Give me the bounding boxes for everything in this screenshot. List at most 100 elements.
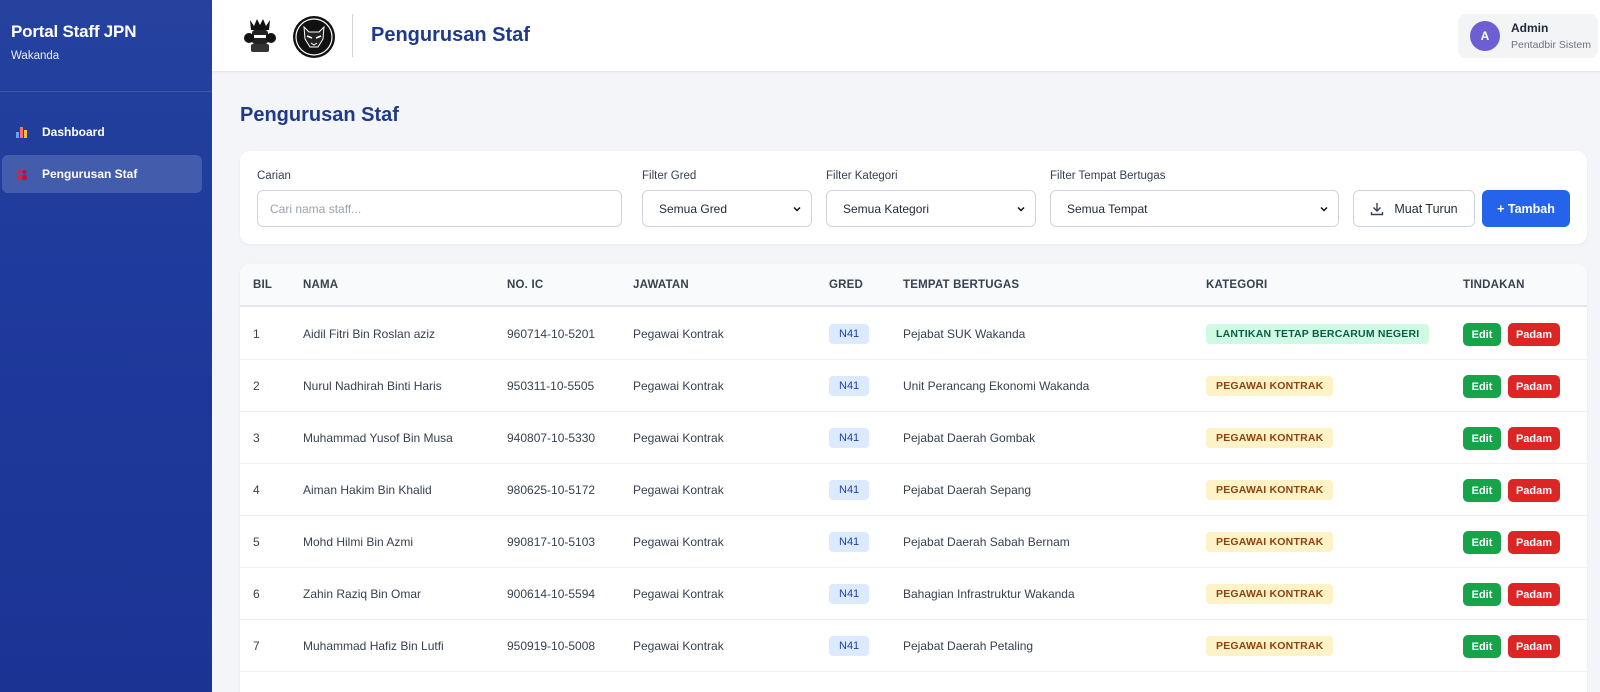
delete-button[interactable]: Padam [1508,635,1560,658]
edit-button[interactable]: Edit [1463,531,1501,554]
tempat-filter-select[interactable]: Semua Tempat [1050,190,1339,227]
cell-tempat: Unit Perancang Ekonomi Wakanda [903,379,1090,393]
cell-bil: 3 [253,431,260,445]
download-label: Muat Turun [1394,201,1458,216]
filter-panel: Carian Cari nama staff... Filter Gred Se… [240,151,1587,244]
col-bil: BIL [253,279,273,291]
sidebar-item-label: Pengurusan Staf [42,167,138,181]
chevron-down-icon [1017,206,1025,212]
cell-jawatan: Pegawai Kontrak [633,379,724,393]
cell-nama: Muhammad Hafiz Bin Lutfi [303,639,444,653]
cell-jawatan: Pegawai Kontrak [633,587,724,601]
cell-nama: Aiman Hakim Bin Khalid [303,483,432,497]
kategori-badge: PEGAWAI KONTRAK [1206,480,1334,500]
col-gred: GRED [829,279,864,291]
bar-chart-icon [16,126,28,138]
table-row: 7 Muhammad Hafiz Bin Lutfi 950919-10-5008 P… [240,620,1587,672]
chevron-down-icon [1320,206,1328,212]
delete-button[interactable]: Padam [1508,583,1560,606]
cell-bil: 4 [253,483,260,497]
search-input[interactable]: Cari nama staff... [257,190,622,227]
app-title: Portal Staff JPN [11,22,137,41]
sidebar-item-label: Dashboard [42,125,105,139]
gred-badge: N41 [829,376,870,396]
crest-logo [242,16,278,56]
gred-badge: N41 [829,324,870,344]
cell-bil: 1 [253,327,260,341]
cell-ic: 950311-10-5505 [507,379,595,393]
avatar: A [1470,21,1500,51]
staff-table: BIL NAMA NO. IC JAWATAN GRED TEMPAT BERT… [240,264,1587,692]
cell-nama: Aidil Fitri Bin Roslan aziz [303,327,436,341]
cell-bil: 7 [253,639,260,653]
cell-nama: Mohd Hilmi Bin Azmi [303,535,414,549]
user-role: Pentadbir Sistem [1511,39,1591,51]
search-label: Carian [257,170,291,182]
kategori-badge: PEGAWAI KONTRAK [1206,376,1334,396]
col-tempat: TEMPAT BERTUGAS [903,279,1020,291]
delete-button[interactable]: Padam [1508,479,1560,502]
cell-nama: Muhammad Yusof Bin Musa [303,431,453,445]
cell-tempat: Pejabat SUK Wakanda [903,327,1026,341]
gred-filter-value: Semua Gred [659,201,728,216]
col-ic: NO. IC [507,279,544,291]
download-icon [1371,202,1384,215]
download-button[interactable]: Muat Turun [1353,190,1475,227]
user-menu[interactable]: A Admin Pentadbir Sistem [1458,14,1598,58]
cell-tempat: Bahagian Infrastruktur Wakanda [903,587,1075,601]
delete-button[interactable]: Padam [1508,323,1560,346]
gred-badge: N41 [829,636,870,656]
kategori-badge: PEGAWAI KONTRAK [1206,584,1334,604]
cell-ic: 980625-10-5172 [507,483,596,497]
gred-badge: N41 [829,480,870,500]
table-row: 1 Aidil Fitri Bin Roslan aziz 960714-10-52… [240,308,1587,360]
edit-button[interactable]: Edit [1463,583,1501,606]
sidebar-brand: Portal Staff JPN Wakanda [0,0,212,92]
delete-button[interactable]: Padam [1508,427,1560,450]
kategori-filter-select[interactable]: Semua Kategori [826,190,1036,227]
col-tindakan: TINDAKAN [1463,279,1525,291]
add-staff-button[interactable]: + Tambah [1482,190,1570,227]
edit-button[interactable]: Edit [1463,323,1501,346]
tempat-filter-label: Filter Tempat Bertugas [1050,170,1166,182]
people-icon [16,168,28,180]
col-nama: NAMA [303,279,339,291]
col-kategori: KATEGORI [1206,279,1268,291]
cell-bil: 5 [253,535,260,549]
cell-jawatan: Pegawai Kontrak [633,483,724,497]
header-divider [352,14,353,57]
sidebar-item-dashboard[interactable]: Dashboard [2,113,202,151]
cell-jawatan: Pegawai Kontrak [633,639,724,653]
gred-badge: N41 [829,532,870,552]
cell-ic: 940807-10-5330 [507,431,596,445]
sidebar-nav: Dashboard Pengurusan Staf [0,92,212,193]
cell-ic: 950919-10-5008 [507,639,596,653]
cell-tempat: Pejabat Daerah Gombak [903,431,1036,445]
delete-button[interactable]: Padam [1508,375,1560,398]
table-row: 4 Aiman Hakim Bin Khalid 980625-10-5172 Peg… [240,464,1587,516]
kategori-filter-value: Semua Kategori [843,201,930,216]
table-row: 6 Zahin Raziq Bin Omar 900614-10-5594 Pegaw… [240,568,1587,620]
edit-button[interactable]: Edit [1463,427,1501,450]
cell-jawatan: Pegawai Kontrak [633,327,724,341]
app-subtitle: Wakanda [11,50,60,62]
delete-button[interactable]: Padam [1508,531,1560,554]
cell-tempat: Pejabat Daerah Petaling [903,639,1034,653]
sidebar-item-pengurusan-staf[interactable]: Pengurusan Staf [2,155,202,193]
table-body: 1 Aidil Fitri Bin Roslan aziz 960714-10-52… [240,308,1587,672]
edit-button[interactable]: Edit [1463,479,1501,502]
top-header: Pengurusan Staf A Admin Pentadbir Sistem [212,0,1600,72]
panther-logo [292,15,336,59]
user-name: Admin [1511,21,1549,35]
cell-jawatan: Pegawai Kontrak [633,535,724,549]
edit-button[interactable]: Edit [1463,635,1501,658]
table-row: 2 Nurul Nadhirah Binti Haris 950311-10-550… [240,360,1587,412]
col-jawatan: JAWATAN [633,279,689,291]
cell-ic: 960714-10-5201 [507,327,596,341]
page-title: Pengurusan Staf [240,104,399,126]
edit-button[interactable]: Edit [1463,375,1501,398]
gred-filter-select[interactable]: Semua Gred [642,190,812,227]
kategori-badge: PEGAWAI KONTRAK [1206,428,1334,448]
gred-badge: N41 [829,428,870,448]
kategori-badge: LANTIKAN TETAP BERCARUM NEGERI [1206,324,1430,344]
